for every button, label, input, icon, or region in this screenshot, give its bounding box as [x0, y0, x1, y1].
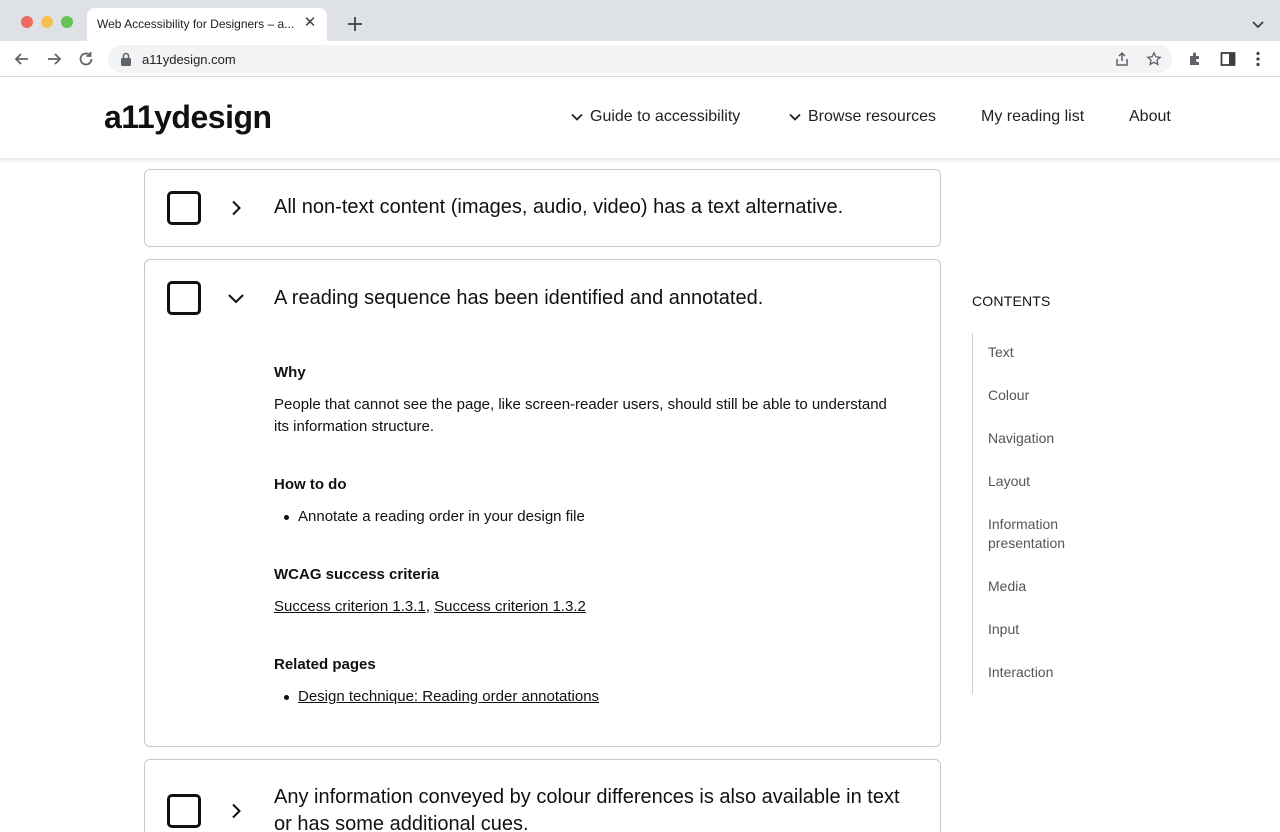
tab-list-chevron-icon[interactable] [1248, 14, 1268, 34]
tab-close-icon[interactable]: ✕ [301, 14, 319, 32]
nav-browse-resources[interactable]: Browse resources [788, 108, 936, 126]
checklist-checkbox[interactable] [167, 281, 201, 315]
wcag-link-1-3-1[interactable]: Success criterion 1.3.1 [274, 598, 426, 615]
nav-label: Browse resources [808, 108, 937, 125]
toc-item-input[interactable]: Input [988, 620, 1108, 639]
bookmark-star-icon[interactable] [1146, 51, 1162, 67]
how-to-item: Annotate a reading order in your design … [298, 508, 585, 525]
reload-icon[interactable] [76, 49, 96, 69]
site-logo[interactable]: a11ydesign [104, 99, 272, 136]
checklist-item-title[interactable]: All non-text content (images, audio, vid… [274, 194, 914, 221]
address-bar[interactable]: a11ydesign.com [108, 45, 1172, 73]
toc-item-navigation[interactable]: Navigation [988, 429, 1108, 448]
tab-title: Web Accessibility for Designers – a... [97, 17, 295, 31]
bullet-marker [284, 515, 289, 520]
how-to-heading: How to do [274, 476, 347, 493]
extensions-puzzle-icon[interactable] [1187, 50, 1205, 68]
browser-tab-bar: Web Accessibility for Designers – a... ✕ [0, 0, 1280, 41]
toc-item-media[interactable]: Media [988, 577, 1108, 596]
back-arrow-icon[interactable] [12, 49, 32, 69]
contents-rail [972, 333, 973, 694]
checklist-item-expanded: A reading sequence has been identified a… [144, 259, 941, 747]
bullet-marker [284, 695, 289, 700]
browser-toolbar: a11ydesign.com [0, 41, 1280, 77]
nav-about[interactable]: About [1129, 108, 1171, 126]
checklist-item: All non-text content (images, audio, vid… [144, 169, 941, 247]
wcag-separator: , [425, 598, 430, 615]
contents-heading: CONTENTS [972, 293, 1051, 309]
checklist-checkbox[interactable] [167, 191, 201, 225]
nav-guide-to-accessibility[interactable]: Guide to accessibility [570, 108, 740, 126]
browser-tab-active[interactable]: Web Accessibility for Designers – a... ✕ [87, 8, 327, 41]
window-maximize-button[interactable] [61, 16, 73, 28]
side-panel-icon[interactable] [1219, 50, 1237, 68]
chevron-down-icon [789, 113, 801, 121]
toc-item-layout[interactable]: Layout [988, 472, 1108, 491]
nav-label: Guide to accessibility [590, 108, 741, 125]
chevron-down-icon [571, 113, 583, 121]
wcag-link-1-3-2[interactable]: Success criterion 1.3.2 [434, 598, 586, 615]
wcag-heading: WCAG success criteria [274, 566, 440, 583]
chevron-down-icon[interactable] [227, 289, 245, 307]
window-minimize-button[interactable] [41, 16, 53, 28]
wcag-links-line: Success criterion 1.3.1, Success criteri… [274, 596, 894, 618]
why-heading: Why [274, 364, 306, 381]
site-header: a11ydesign Guide to accessibility Browse… [0, 77, 1280, 158]
url-text: a11ydesign.com [142, 52, 236, 67]
checklist-item-title[interactable]: A reading sequence has been identified a… [274, 285, 914, 312]
chevron-right-icon[interactable] [227, 802, 245, 820]
new-tab-icon[interactable] [343, 12, 367, 36]
browser-menu-icon[interactable] [1249, 50, 1267, 68]
chevron-right-icon[interactable] [227, 199, 245, 217]
toc-item-information-presentation[interactable]: Information presentation [988, 515, 1088, 553]
toc-item-text[interactable]: Text [988, 343, 1108, 362]
why-text: People that cannot see the page, like sc… [274, 396, 887, 435]
checklist-item-title[interactable]: Any information conveyed by colour diffe… [274, 784, 914, 832]
lock-icon [121, 52, 131, 66]
nav-my-reading-list[interactable]: My reading list [981, 108, 1084, 126]
related-pages-heading: Related pages [274, 656, 376, 673]
related-page-link[interactable]: Design technique: Reading order annotati… [298, 688, 599, 705]
window-close-button[interactable] [21, 16, 33, 28]
checklist-checkbox[interactable] [167, 794, 201, 828]
forward-arrow-icon[interactable] [44, 49, 64, 69]
toc-item-colour[interactable]: Colour [988, 386, 1108, 405]
toc-item-interaction[interactable]: Interaction [988, 663, 1108, 682]
share-icon[interactable] [1114, 51, 1130, 67]
checklist-item: Any information conveyed by colour diffe… [144, 759, 941, 832]
